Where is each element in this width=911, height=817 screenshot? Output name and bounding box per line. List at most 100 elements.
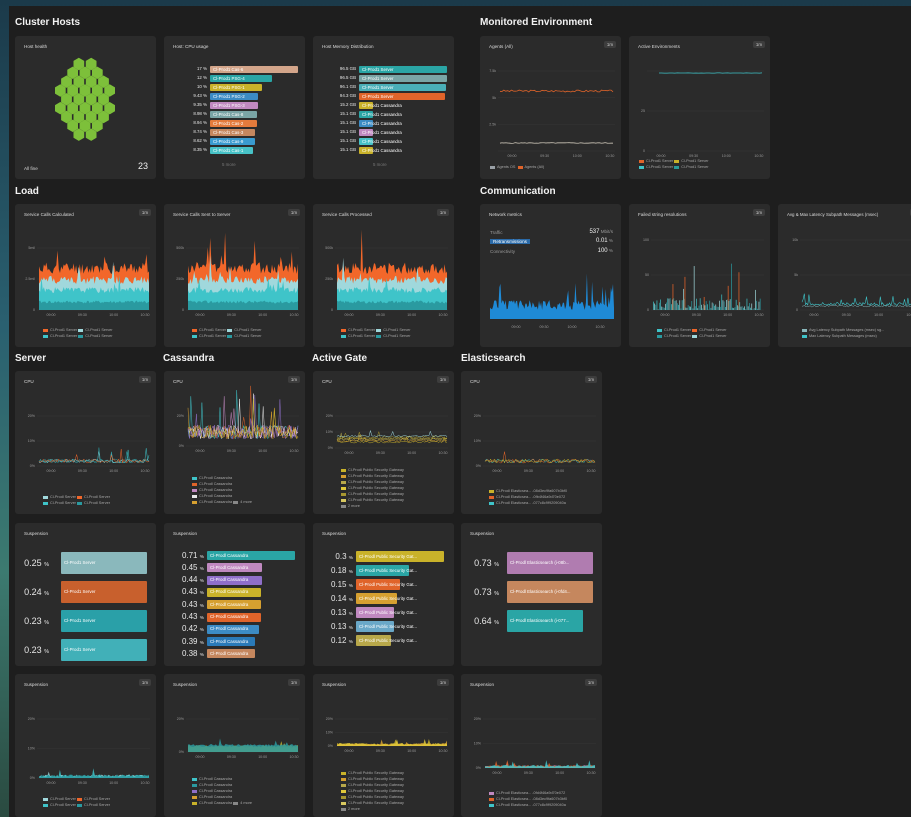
list-item[interactable]: 8.98 % Cl-Prod1 Cas-8	[164, 111, 305, 118]
series-bar[interactable]	[675, 300, 677, 310]
series-bar[interactable]	[704, 305, 706, 310]
server-suspension-chart-tile[interactable]: Suspension 1m 0% 10% 20% 09:00 09:30 10:00 10:…	[15, 674, 156, 817]
series-bar[interactable]	[668, 298, 670, 310]
series-bar[interactable]	[749, 303, 750, 310]
series-bar[interactable]	[692, 308, 694, 310]
list-item[interactable]: 0.45 % Cl-Prodl Cassandra	[164, 563, 305, 573]
series-bar[interactable]	[684, 276, 686, 310]
series-bar[interactable]	[654, 303, 655, 310]
series-bar[interactable]	[667, 298, 669, 310]
series-bar[interactable]	[715, 304, 717, 310]
series-line[interactable]	[801, 304, 911, 308]
series-line[interactable]	[336, 435, 448, 444]
active-environments-tile[interactable]: Active Environments 1m 0 25 09:00 09:30 10:0…	[629, 36, 770, 179]
cassandra-suspension-chart-tile[interactable]: Suspension 1m 0% 20% 09:00 09:30 10:00 10:30 …	[164, 674, 305, 817]
series-bar[interactable]	[752, 309, 754, 310]
series-bar[interactable]	[726, 299, 727, 310]
list-item[interactable]: 15.1 GB Cl-Prod1 Cassandra	[313, 120, 454, 127]
series-bar[interactable]	[750, 307, 751, 310]
series-bar[interactable]	[666, 302, 667, 310]
list-item[interactable]: 9.43 % Cl-Prod1 PSG-2	[164, 93, 305, 100]
series-bar[interactable]	[744, 306, 745, 310]
series-bar[interactable]	[746, 298, 748, 310]
list-item[interactable]: 8.62 % Cl-Prod1 Cas-9	[164, 138, 305, 145]
elasticsearch-cpu-tile[interactable]: CPU 1m 0% 10% 20% 09:00 09:30 10:00 10:30 Cl-P…	[461, 371, 602, 514]
series-bar[interactable]	[696, 298, 697, 310]
list-item[interactable]: 0.39 % Cl-Prodl Cassandra	[164, 637, 305, 647]
series-bar[interactable]	[710, 307, 712, 310]
series-bar[interactable]	[656, 300, 658, 310]
series-bar[interactable]	[732, 307, 733, 310]
series-bar[interactable]	[662, 306, 664, 310]
series-area[interactable]	[39, 300, 149, 311]
list-item[interactable]: 0.25 % Cl-Prod1 Server	[15, 552, 156, 574]
series-bar[interactable]	[703, 296, 705, 310]
series-bar[interactable]	[745, 308, 747, 310]
series-bar[interactable]	[686, 307, 688, 310]
service-calls-sent-tile[interactable]: Service Calls Sent to Server 1m 0 250k 500…	[164, 204, 305, 347]
host-health-tile[interactable]: Host health All fine 23	[15, 36, 156, 179]
list-item[interactable]: 15.1 GB Cl-Prod1 Cassandra	[313, 138, 454, 145]
list-item[interactable]: 10 % Cl-Prod1 PSG-1	[164, 84, 305, 91]
series-bar[interactable]	[733, 308, 735, 310]
series-bar[interactable]	[680, 308, 682, 310]
series-bar[interactable]	[741, 306, 743, 310]
list-item[interactable]: 15.2 GB Cl-Prod1 Cassandra	[313, 102, 454, 109]
active-gate-cpu-tile[interactable]: CPU 1m 0% 10% 20% 09:00 09:30 10:00 10:30 Cl-P…	[313, 371, 454, 514]
list-item[interactable]: 0.44 % Cl-Prodl Cassandra	[164, 575, 305, 585]
series-bar[interactable]	[674, 300, 676, 310]
series-line[interactable]	[484, 458, 596, 464]
series-bar[interactable]	[719, 300, 720, 310]
series-bar[interactable]	[699, 298, 701, 310]
list-item[interactable]: 0.14 % Cl-Prodl Public Security Gat...	[313, 593, 454, 604]
list-item[interactable]: 0.71 % Cl-Prodl Cassandra	[164, 551, 305, 560]
series-bar[interactable]	[663, 307, 665, 310]
series-bar[interactable]	[695, 306, 696, 310]
agents-tile[interactable]: Agents (All) 1m 2.5k 5k 7.5k 09:00 09:30 10:0…	[480, 36, 621, 179]
series-bar[interactable]	[698, 305, 700, 310]
series-bar[interactable]	[685, 307, 687, 310]
list-item[interactable]: 0.3 % Cl-Prodl Public Security Gat...	[313, 551, 454, 562]
series-bar[interactable]	[653, 301, 654, 310]
series-bar[interactable]	[753, 308, 755, 310]
list-item[interactable]: 0.23 % Cl-Prod1 Server	[15, 610, 156, 632]
list-item[interactable]: 0.43 % Cl-Prodl Cassandra	[164, 600, 305, 610]
list-item[interactable]: 96.1 GB Cl-Prod1 Server	[313, 84, 454, 91]
list-item[interactable]: 0.23 % Cl-Prod1 Server	[15, 639, 156, 661]
series-bar[interactable]	[659, 302, 660, 310]
list-item[interactable]: 15.1 GB Cl-Prod1 Cassandra	[313, 147, 454, 154]
gateway-suspension-tile[interactable]: Suspension 0.3 % Cl-Prodl Public Security…	[313, 523, 454, 666]
series-bar[interactable]	[697, 308, 699, 310]
series-bar[interactable]	[725, 307, 726, 310]
list-item[interactable]: 0.64 % Cl-Prodl Elasticsearch (i-077...	[461, 610, 602, 632]
gateway-suspension-chart-tile[interactable]: Suspension 1m 0% 10% 20% 09:00 09:30 10:00 10:…	[313, 674, 454, 817]
series-bar[interactable]	[673, 298, 675, 310]
series-bar[interactable]	[721, 294, 723, 310]
cassandra-cpu-tile[interactable]: CPU 1m 0% 20% 09:00 09:30 10:00 10:30 Cl-Prod…	[164, 371, 305, 514]
series-bar[interactable]	[677, 303, 678, 310]
cassandra-suspension-tile[interactable]: Suspension 0.71 % Cl-Prodl Cassandra 0.45 …	[164, 523, 305, 666]
server-suspension-tile[interactable]: Suspension 0.25 % Cl-Prod1 Server 0.24 % Cl…	[15, 523, 156, 666]
series-line[interactable]	[336, 430, 448, 438]
series-bar[interactable]	[758, 301, 760, 310]
series-bar[interactable]	[689, 306, 690, 310]
elasticsearch-suspension-tile[interactable]: Suspension 0.73 % Cl-Prodl Elasticsearch …	[461, 523, 602, 666]
failed-string-resolutions-tile[interactable]: Failed string resolutions 1m 0 50 100 09:00…	[629, 204, 770, 347]
elasticsearch-suspension-chart-tile[interactable]: Suspension 1m 0% 10% 20% 09:00 09:30 10:00 10:…	[461, 674, 602, 817]
list-item[interactable]: 0.73 % Cl-Prodl Elasticsearch (i-08b...	[461, 552, 602, 574]
series-bar[interactable]	[671, 304, 672, 310]
series-bar[interactable]	[737, 305, 738, 310]
latency-tile[interactable]: Avg & Max Latency Subpath Messages (msec…	[778, 204, 911, 347]
list-item[interactable]: 8.94 % Cl-Prod1 Cas-2	[164, 120, 305, 127]
series-bar[interactable]	[717, 306, 719, 310]
list-item[interactable]: 0.13 % Cl-Prodl Public Security Gat...	[313, 607, 454, 618]
list-item[interactable]: 0.38 % Cl-Prodl Cassandra	[164, 649, 305, 659]
series-bar[interactable]	[709, 300, 711, 310]
list-item[interactable]: 15.1 GB Cl-Prod1 Cassandra	[313, 129, 454, 136]
series-area[interactable]	[485, 760, 595, 768]
service-calls-processed-tile[interactable]: Service Calls Processed 1m 0 250k 500k 09:0…	[313, 204, 454, 347]
network-metrics-tile[interactable]: Network metrics Traffic 537 Mbit/s Retra…	[480, 204, 621, 347]
list-item[interactable]: 17 % Cl-Prod1 Cas-6	[164, 66, 305, 73]
series-bar[interactable]	[660, 299, 661, 310]
list-item[interactable]: 0.18 % Cl-Prodl Public Security Gat...	[313, 565, 454, 576]
